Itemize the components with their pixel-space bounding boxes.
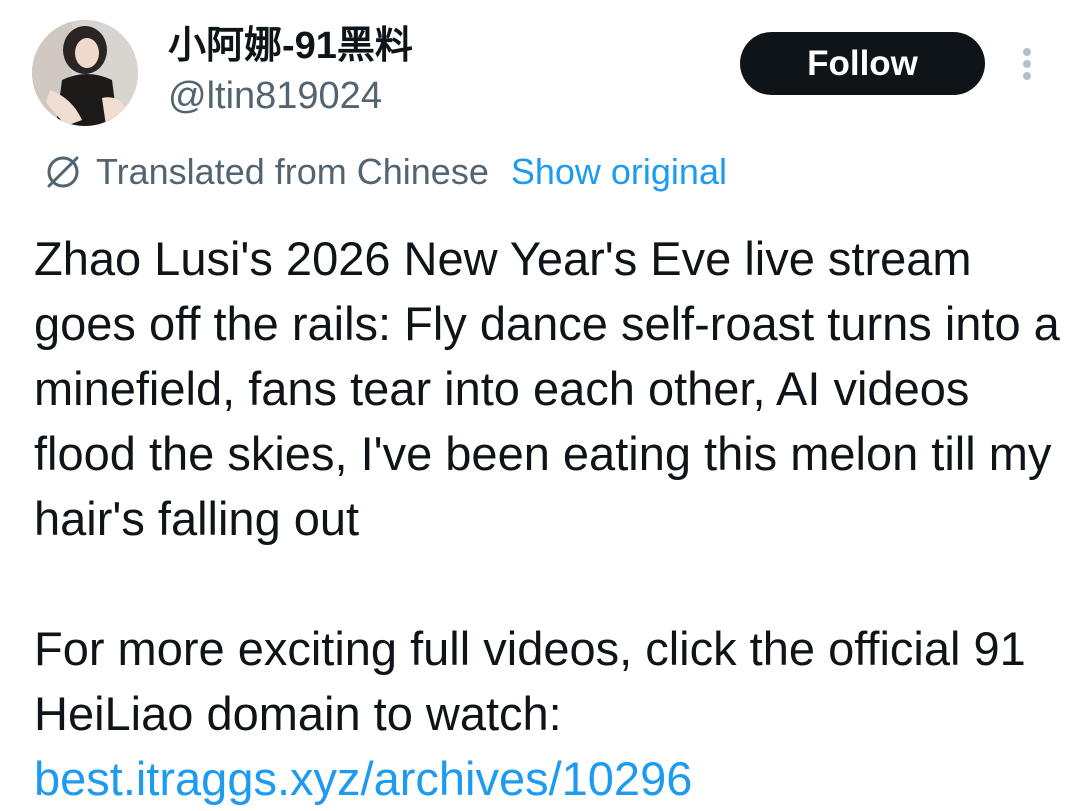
avatar-image <box>32 20 138 126</box>
author-display-name[interactable]: 小阿娜-91黑料 <box>168 22 413 70</box>
tweet-paragraph: Zhao Lusi's 2026 New Year's Eve live str… <box>34 232 1060 545</box>
show-original-link[interactable]: Show original <box>511 151 727 193</box>
translate-globe-icon <box>47 156 79 188</box>
more-options-icon[interactable] <box>1010 44 1044 84</box>
author-handle[interactable]: @ltin819024 <box>168 72 382 120</box>
tweet-link[interactable]: best.itraggs.xyz/archives/10296 <box>34 752 692 805</box>
more-dot <box>1023 48 1031 56</box>
translated-from-label: Translated from Chinese <box>96 151 489 192</box>
follow-button[interactable]: Follow <box>740 32 985 95</box>
avatar[interactable] <box>32 20 138 126</box>
more-dot <box>1023 60 1031 68</box>
tweet-paragraph: For more exciting full videos, click the… <box>34 622 1026 740</box>
tweet-text: Zhao Lusi's 2026 New Year's Eve live str… <box>34 226 1064 811</box>
translation-bar: Translated from Chinese Show original <box>44 148 727 196</box>
more-dot <box>1023 72 1031 80</box>
